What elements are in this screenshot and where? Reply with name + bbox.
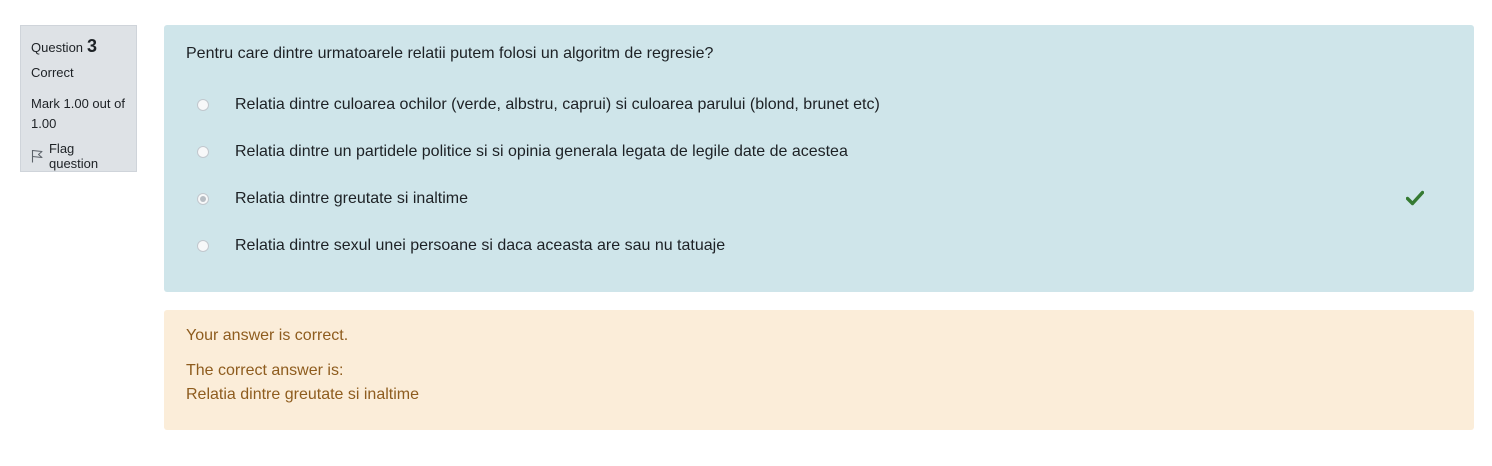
question-formulation: Pentru care dintre urmatoarele relatii p… bbox=[164, 25, 1474, 292]
flag-question-button[interactable]: Flag question bbox=[31, 141, 127, 171]
check-icon bbox=[1406, 190, 1424, 206]
answer-radio-2[interactable] bbox=[197, 145, 209, 158]
answer-option-2[interactable]: Relatia dintre un partidele politice si … bbox=[186, 128, 1452, 175]
quiz-review-page: Question 3 Correct Mark 1.00 out of 1.00… bbox=[0, 0, 1492, 466]
question-grade: Mark 1.00 out of 1.00 bbox=[31, 96, 125, 131]
feedback-status: Your answer is correct. bbox=[186, 327, 349, 344]
question-label: Question bbox=[31, 40, 84, 55]
answer-list: Relatia dintre culoarea ochilor (verde, … bbox=[186, 81, 1452, 269]
correct-answer-text: Relatia dintre greutate si inaltime bbox=[186, 386, 420, 403]
question-number: 3 bbox=[87, 36, 98, 56]
answer-radio-3[interactable] bbox=[197, 192, 209, 205]
answer-option-3[interactable]: Relatia dintre greutate si inaltime bbox=[186, 175, 1452, 222]
feedback-box: Your answer is correct. The correct answ… bbox=[164, 310, 1474, 430]
question-state: Correct bbox=[31, 65, 74, 80]
answer-option-4[interactable]: Relatia dintre sexul unei persoane si da… bbox=[186, 222, 1452, 269]
answer-label-2: Relatia dintre un partidele politice si … bbox=[235, 142, 848, 160]
flag-icon bbox=[31, 150, 43, 163]
question-text: Pentru care dintre urmatoarele relatii p… bbox=[186, 45, 714, 62]
answer-radio-1[interactable] bbox=[197, 98, 209, 111]
answer-radio-4[interactable] bbox=[197, 239, 209, 252]
answer-option-1[interactable]: Relatia dintre culoarea ochilor (verde, … bbox=[186, 81, 1452, 128]
question-info-panel: Question 3 Correct Mark 1.00 out of 1.00… bbox=[20, 25, 137, 172]
answer-label-4: Relatia dintre sexul unei persoane si da… bbox=[235, 236, 726, 254]
question-number-row: Question 3 bbox=[31, 36, 127, 58]
answer-label-3: Relatia dintre greutate si inaltime bbox=[235, 189, 469, 207]
flag-question-label: Flag question bbox=[48, 141, 99, 171]
correct-answer-label: The correct answer is: bbox=[186, 362, 344, 379]
answer-label-1: Relatia dintre culoarea ochilor (verde, … bbox=[235, 95, 880, 113]
